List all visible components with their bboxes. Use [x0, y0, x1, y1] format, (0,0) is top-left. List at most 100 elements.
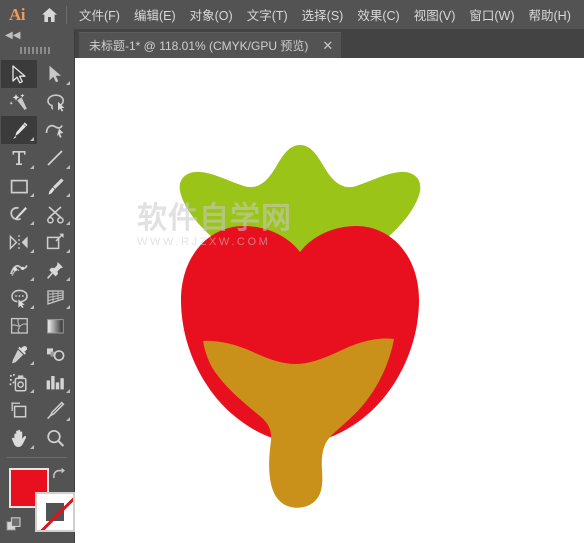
eyedropper-icon [11, 345, 27, 363]
column-graph-tool[interactable] [37, 368, 73, 396]
slice-tool[interactable] [37, 396, 73, 424]
artboard-tool[interactable] [1, 396, 37, 424]
app-logo-icon: Ai [9, 4, 26, 24]
lasso-tool[interactable] [37, 88, 73, 116]
rectangle-icon [10, 179, 28, 193]
paintbrush-tool[interactable] [37, 172, 73, 200]
default-fill-stroke-icon[interactable] [6, 517, 22, 538]
artwork-illustration[interactable] [75, 58, 584, 543]
grip-dots-icon [20, 47, 50, 54]
artboard-canvas[interactable]: 软件自学网 WWW.RJZXW.COM [75, 58, 584, 543]
paintbrush-icon [48, 177, 64, 195]
type-T-icon [12, 151, 26, 165]
flyout-corner [66, 305, 70, 309]
hand-tool[interactable] [1, 424, 37, 452]
bar-chart-icon [46, 375, 64, 389]
close-icon[interactable]: ✕ [322, 39, 333, 52]
tools-panel-header: ◀◀ [0, 29, 74, 43]
type-tool[interactable] [1, 144, 37, 172]
flyout-corner [66, 193, 70, 197]
home-glyph [41, 7, 57, 22]
flyout-corner [30, 445, 34, 449]
menu-select[interactable]: 选择(S) [295, 1, 351, 28]
perspective-grid-icon [46, 290, 64, 305]
default-swatch-glyph [6, 517, 21, 531]
shaper-pencil-icon [10, 206, 27, 220]
mesh-icon [10, 317, 28, 334]
zoom-tool[interactable] [37, 424, 73, 452]
flyout-corner [66, 221, 70, 225]
artboard-icon [10, 402, 26, 418]
blend-tool[interactable] [37, 340, 73, 368]
tools-separator [7, 457, 67, 458]
flyout-corner [30, 305, 34, 309]
flyout-corner [66, 165, 70, 169]
document-tab[interactable]: 未标题-1* @ 118.01% (CMYK/GPU 预览) ✕ [79, 32, 342, 58]
mesh-tool[interactable] [1, 312, 37, 340]
magic-wand-icon [9, 93, 27, 110]
flyout-corner [30, 193, 34, 197]
flyout-corner [30, 165, 34, 169]
reflect-icon [9, 234, 28, 250]
tools-panel: ◀◀ [0, 29, 75, 543]
shaper-tool[interactable] [1, 200, 37, 228]
scissors-icon [46, 205, 64, 224]
menu-view[interactable]: 视图(V) [407, 1, 463, 28]
width-tool[interactable] [1, 256, 37, 284]
home-icon[interactable] [34, 0, 64, 29]
eraser-scissors-tool[interactable] [37, 200, 73, 228]
curvature-tool[interactable] [37, 116, 73, 144]
menu-window[interactable]: 窗口(W) [462, 1, 521, 28]
gradient-tool[interactable] [37, 312, 73, 340]
direct-selection-tool[interactable] [37, 60, 73, 88]
gradient-square-icon [46, 318, 64, 333]
puppet-warp-tool[interactable] [37, 256, 73, 284]
flyout-corner [66, 417, 70, 421]
menu-effect[interactable]: 效果(C) [350, 1, 406, 28]
rotate-reflect-tool[interactable] [1, 228, 37, 256]
collapse-panel-icon[interactable]: ◀◀ [5, 30, 20, 42]
flyout-corner [30, 361, 34, 365]
flyout-corner [30, 221, 34, 225]
selection-tool[interactable] [1, 60, 37, 88]
free-transform-tool[interactable] [37, 228, 73, 256]
slice-knife-icon [46, 401, 64, 419]
magnifier-icon [46, 429, 64, 447]
pen-icon [12, 121, 27, 139]
symbol-sprayer-tool[interactable] [1, 368, 37, 396]
swap-fill-stroke-icon[interactable] [52, 466, 67, 485]
line-diagonal-icon [47, 150, 63, 166]
document-tab-title: 未标题-1* @ 118.01% (CMYK/GPU 预览) [89, 39, 309, 53]
flyout-corner [30, 249, 34, 253]
none-slash-icon [38, 494, 73, 530]
fill-stroke-controls [0, 464, 75, 542]
stroke-swatch[interactable] [35, 492, 75, 532]
flyout-corner [30, 389, 34, 393]
pen-tool[interactable] [1, 116, 37, 144]
hand-icon [11, 429, 26, 447]
menu-divider [66, 5, 67, 24]
symbol-sprayer-icon [9, 373, 27, 392]
perspective-grid-tool[interactable] [37, 284, 73, 312]
swap-arrows-glyph [52, 467, 65, 479]
menu-file[interactable]: 文件(F) [72, 1, 127, 28]
line-segment-tool[interactable] [37, 144, 73, 172]
tools-grid [0, 58, 74, 452]
menu-type[interactable]: 文字(T) [240, 1, 295, 28]
flyout-corner [66, 277, 70, 281]
arrow-solid-outline-icon [11, 64, 26, 83]
document-tab-bar: 未标题-1* @ 118.01% (CMYK/GPU 预览) ✕ [75, 29, 584, 58]
menu-help[interactable]: 帮助(H) [522, 1, 578, 28]
menu-edit[interactable]: 编辑(E) [127, 1, 183, 28]
panel-drag-grip[interactable] [0, 43, 74, 58]
shape-builder-tool[interactable] [1, 284, 37, 312]
rectangle-tool[interactable] [1, 172, 37, 200]
flyout-corner [66, 389, 70, 393]
flyout-corner [66, 81, 70, 85]
lasso-icon [46, 93, 64, 112]
eyedropper-tool[interactable] [1, 340, 37, 368]
free-transform-icon [46, 233, 64, 250]
shape-builder-icon [10, 289, 28, 308]
magic-wand-tool[interactable] [1, 88, 37, 116]
menu-object[interactable]: 对象(O) [183, 1, 240, 28]
